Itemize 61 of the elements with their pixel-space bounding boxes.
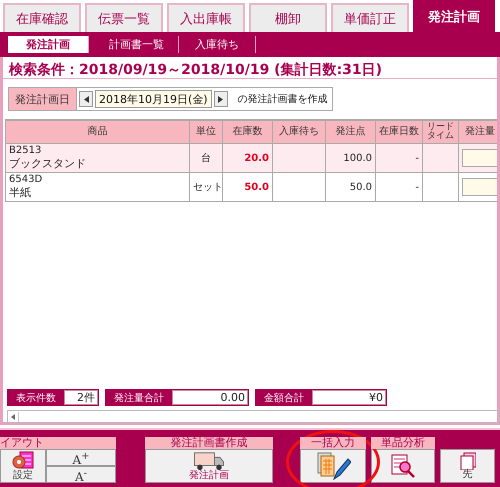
sub-tab[interactable]: 発注計画 (8, 36, 89, 53)
tab[interactable]: 発注計画 (413, 0, 495, 32)
column-header: 在庫数 (222, 120, 272, 144)
product-name: ブックスタンド (9, 156, 87, 171)
next-button[interactable] (214, 91, 228, 107)
plan-button[interactable]: 発注計画 (145, 449, 274, 483)
sub-tab[interactable]: 入庫待ち (179, 36, 256, 53)
summary-value: 0.00 (172, 390, 248, 405)
summary-label: 金額合計 (256, 390, 312, 405)
table-cell: - (415, 152, 419, 164)
analysis-button[interactable] (371, 449, 436, 483)
date-field[interactable]: 2018年10月19日(金) (95, 90, 212, 108)
group-title: イアウト (0, 437, 116, 449)
toolbar-button[interactable]: 先 (440, 449, 495, 483)
column-header: リードタイム (422, 120, 458, 144)
calculator-pen-icon (315, 452, 352, 480)
date-suffix: の発注計画書を作成 (238, 92, 328, 106)
gear-document-icon (11, 451, 35, 471)
right-triangle-icon (218, 96, 224, 102)
left-triangle-icon (11, 414, 15, 420)
column-header: 商品 (6, 120, 190, 144)
field-label: 発注計画日 (9, 88, 77, 110)
product-code: B2513 (9, 145, 42, 156)
table-cell: 100.0 (343, 152, 372, 164)
font-increase-button[interactable]: A$^{+}$ (46, 449, 116, 466)
table-cell: 台 (201, 153, 211, 164)
magnifier-document-icon (390, 454, 416, 478)
table-cell: セット (193, 182, 223, 193)
tab[interactable]: 在庫確認 (3, 3, 81, 32)
search-condition: 検索条件：2018/09/19～2018/10/19 (集計日数:31日) (3, 57, 497, 79)
summary-value: 2件 (64, 390, 98, 405)
papers-icon (460, 452, 476, 470)
tab[interactable]: 棚卸 (249, 3, 327, 32)
summary-label: 発注量合計 (106, 390, 172, 405)
settings-button[interactable]: 設定 (0, 449, 46, 483)
truck-icon (192, 451, 226, 471)
summary-value: ¥0 (312, 390, 386, 405)
table-cell: 50.0 (350, 182, 372, 192)
horizontal-scrollbar[interactable] (7, 410, 499, 424)
group-title: 単品分析 (371, 437, 436, 449)
group-title: 発注計画書作成 (145, 437, 274, 449)
table-cell: - (415, 182, 419, 192)
sub-tab[interactable]: 計画書一覧 (95, 36, 179, 53)
tab[interactable]: 入出庫帳 (167, 3, 245, 32)
summary-label: 表示件数 (8, 390, 64, 405)
column-header: 在庫日数 (376, 120, 422, 144)
bulk-input-button[interactable] (300, 449, 366, 483)
tab[interactable]: 伝票一覧 (85, 3, 163, 32)
product-name: 半紙 (9, 185, 32, 200)
left-triangle-icon (84, 96, 88, 102)
table-cell: 20.0 (244, 152, 269, 164)
previous-button[interactable] (79, 91, 93, 107)
product-code: 6543D (9, 174, 44, 185)
column-header: 発注点 (326, 120, 376, 144)
group-title: 一括入力 (300, 437, 366, 449)
column-header: 単位 (190, 120, 222, 144)
column-header: 入庫待ち (272, 120, 326, 144)
font-decrease-button[interactable]: A$^{-}$ (46, 466, 116, 483)
column-header: 発注量 (458, 120, 497, 144)
table-cell: 50.0 (244, 182, 269, 192)
tab[interactable]: 単価訂正 (331, 3, 409, 32)
